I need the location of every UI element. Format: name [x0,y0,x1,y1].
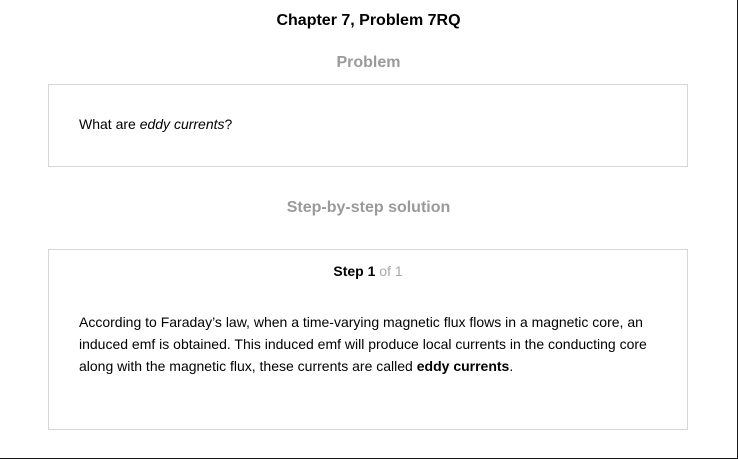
problem-text-start: What are [79,116,140,132]
solution-box: Step 1 of 1 According to Faraday’s law, … [48,249,688,430]
solution-term: eddy currents [416,358,510,374]
solution-text-end: . [509,358,514,374]
page: Chapter 7, Problem 7RQ Problem What are … [0,0,738,459]
solution-heading: Step-by-step solution [286,199,451,216]
problem-text: What are eddy currents? [79,116,232,132]
problem-box: What are eddy currents? [48,84,688,167]
solution-text: According to Faraday’s law, when a time-… [79,311,669,377]
solution-text-main: According to Faraday’s law, when a time-… [79,314,647,374]
step-indicator: Step 1 of 1 [49,263,687,279]
step-number: 1 [367,263,376,279]
problem-text-end: ? [224,116,233,132]
problem-heading: Problem [336,54,401,71]
chapter-title: Chapter 7, Problem 7RQ [276,12,461,29]
problem-term: eddy currents [139,116,225,132]
step-total: of 1 [379,263,403,279]
step-word: Step [333,263,364,279]
